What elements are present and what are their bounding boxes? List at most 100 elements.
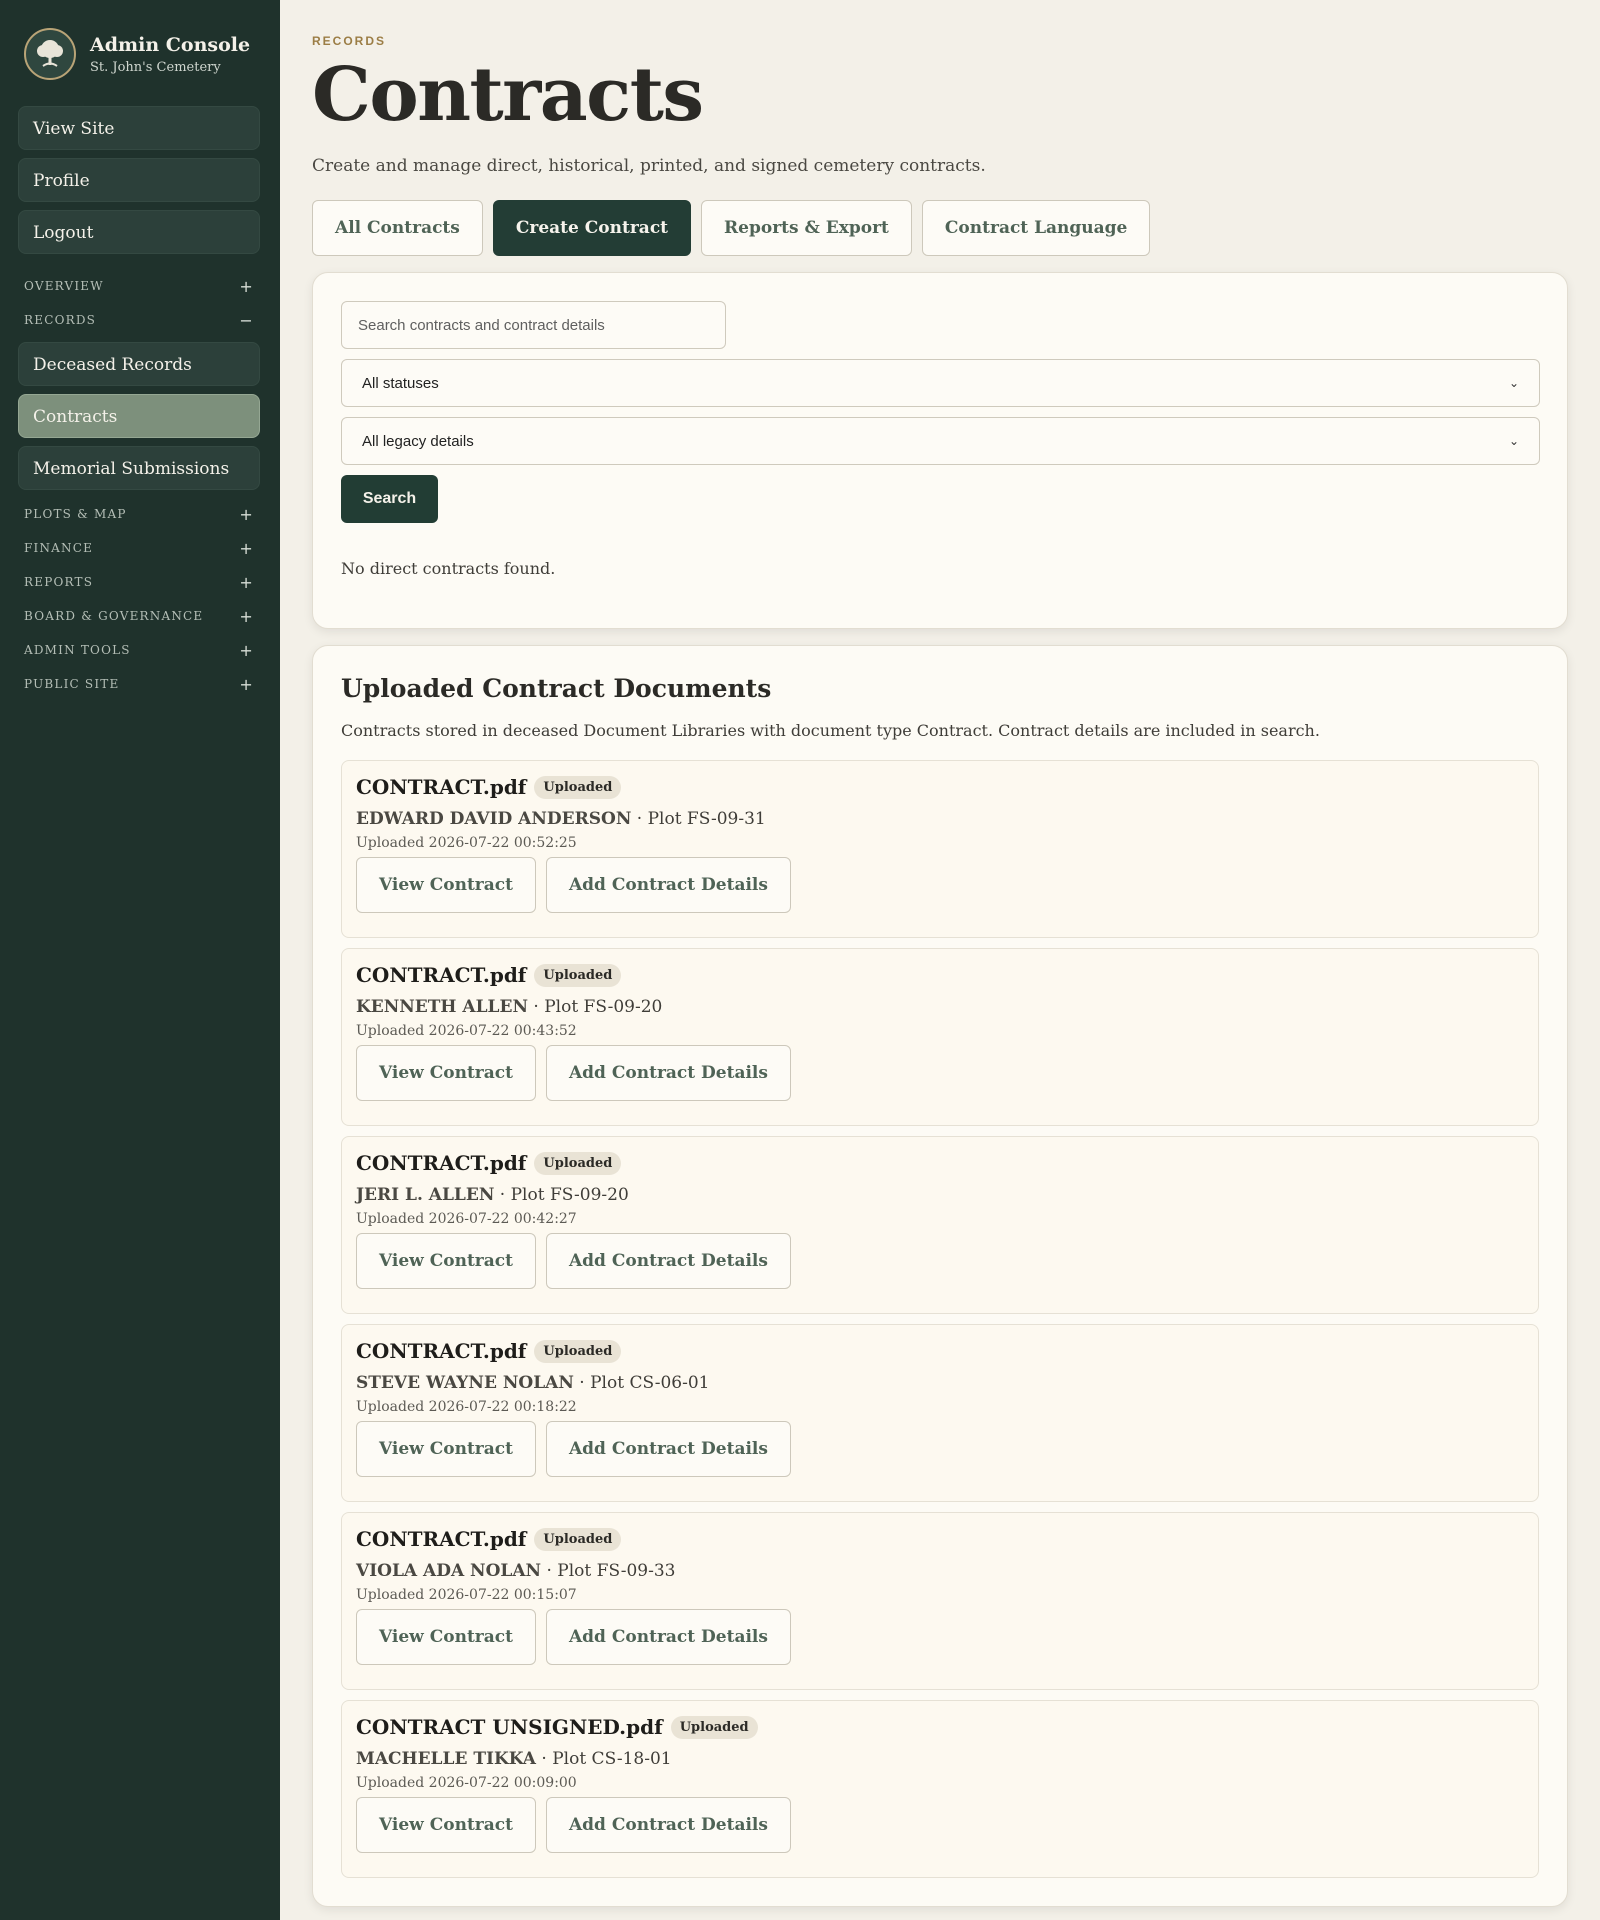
document-actions: View Contract Add Contract Details [356, 1233, 1524, 1289]
upload-date: Uploaded 2026-07-22 00:52:25 [356, 835, 577, 851]
status-badge: Uploaded [670, 1715, 758, 1739]
status-select-value: All statuses [362, 374, 439, 392]
sidebar-item-contracts[interactable]: Contracts [18, 394, 260, 438]
add-contract-details-button[interactable]: Add Contract Details [545, 1045, 791, 1101]
document-actions: View Contract Add Contract Details [356, 1421, 1524, 1477]
view-contract-button[interactable]: View Contract [356, 1233, 536, 1289]
document-person: EDWARD DAVID ANDERSON · Plot FS-09-31 [356, 809, 1524, 829]
profile-button[interactable]: Profile [18, 158, 260, 202]
upload-date: Uploaded 2026-07-22 00:18:22 [356, 1399, 577, 1415]
add-contract-details-button[interactable]: Add Contract Details [545, 1233, 791, 1289]
upload-date: Uploaded 2026-07-22 00:09:00 [356, 1775, 577, 1791]
deceased-name: KENNETH ALLEN [356, 997, 528, 1017]
document-title: CONTRACT.pdf Uploaded [356, 1151, 1524, 1175]
add-contract-details-button[interactable]: Add Contract Details [545, 1421, 791, 1477]
add-contract-details-button[interactable]: Add Contract Details [545, 857, 791, 913]
document-list: CONTRACT.pdf Uploaded EDWARD DAVID ANDER… [341, 760, 1539, 1878]
tab-all-contracts[interactable]: All Contracts [312, 200, 483, 256]
page-eyebrow: RECORDS [312, 34, 387, 48]
logout-button[interactable]: Logout [18, 210, 260, 254]
view-site-button[interactable]: View Site [18, 106, 260, 150]
brand[interactable]: Admin Console St. John's Cemetery [18, 28, 262, 80]
document-actions: View Contract Add Contract Details [356, 1797, 1524, 1853]
section-label: ADMIN TOOLS [24, 643, 131, 657]
upload-date: Uploaded 2026-07-22 00:43:52 [356, 1023, 577, 1039]
add-contract-details-button[interactable]: Add Contract Details [545, 1797, 791, 1853]
document-filename: CONTRACT.pdf [356, 963, 527, 987]
tab-create-contract[interactable]: Create Contract [492, 200, 692, 256]
collapse-icon[interactable]: − [239, 311, 254, 330]
section-admin-tools[interactable]: ADMIN TOOLS + [18, 640, 260, 660]
document-filename: CONTRACT.pdf [356, 1151, 527, 1175]
document-person: KENNETH ALLEN · Plot FS-09-20 [356, 997, 1524, 1017]
document-filename: CONTRACT.pdf [356, 1527, 527, 1551]
expand-icon[interactable]: + [239, 539, 254, 558]
plot-label: · Plot CS-18-01 [536, 1749, 672, 1769]
deceased-name: VIOLA ADA NOLAN [356, 1561, 542, 1581]
expand-icon[interactable]: + [239, 573, 254, 592]
section-records[interactable]: RECORDS − [18, 310, 260, 330]
document-row: CONTRACT.pdf Uploaded KENNETH ALLEN · Pl… [341, 948, 1539, 1126]
chevron-down-icon: ⌄ [1508, 434, 1519, 448]
add-contract-details-button[interactable]: Add Contract Details [545, 1609, 791, 1665]
document-title: CONTRACT.pdf Uploaded [356, 963, 1524, 987]
page-title: Contracts [312, 52, 704, 138]
tab-contract-language[interactable]: Contract Language [921, 200, 1151, 256]
document-filename: CONTRACT UNSIGNED.pdf [356, 1715, 663, 1739]
sidebar-item-deceased-records[interactable]: Deceased Records [18, 342, 260, 386]
document-actions: View Contract Add Contract Details [356, 857, 1524, 913]
search-button[interactable]: Search [341, 475, 438, 523]
section-description: Contracts stored in deceased Document Li… [341, 721, 1320, 740]
section-label: OVERVIEW [24, 279, 104, 293]
section-plots-map[interactable]: PLOTS & MAP + [18, 504, 260, 524]
deceased-name: STEVE WAYNE NOLAN [356, 1373, 574, 1393]
chevron-down-icon: ⌄ [1508, 376, 1519, 390]
view-contract-button[interactable]: View Contract [356, 1421, 536, 1477]
document-title: CONTRACT.pdf Uploaded [356, 1339, 1524, 1363]
section-label: PLOTS & MAP [24, 507, 127, 521]
upload-date: Uploaded 2026-07-22 00:42:27 [356, 1211, 577, 1227]
document-actions: View Contract Add Contract Details [356, 1045, 1524, 1101]
sidebar: Admin Console St. John's Cemetery View S… [0, 0, 280, 1920]
expand-icon[interactable]: + [239, 277, 254, 296]
document-person: MACHELLE TIKKA · Plot CS-18-01 [356, 1749, 1524, 1769]
expand-icon[interactable]: + [239, 675, 254, 694]
search-card: All statuses ⌄ All legacy details ⌄ Sear… [312, 272, 1568, 629]
brand-subtitle: St. John's Cemetery [90, 59, 221, 75]
section-public-site[interactable]: PUBLIC SITE + [18, 674, 260, 694]
document-filename: CONTRACT.pdf [356, 1339, 527, 1363]
section-label: BOARD & GOVERNANCE [24, 609, 204, 623]
status-badge: Uploaded [534, 1527, 622, 1551]
plot-label: · Plot CS-06-01 [573, 1373, 710, 1393]
sidebar-item-memorial-submissions[interactable]: Memorial Submissions [18, 446, 260, 490]
view-contract-button[interactable]: View Contract [356, 1609, 536, 1665]
page-description: Create and manage direct, historical, pr… [312, 156, 986, 176]
legacy-details-select[interactable]: All legacy details ⌄ [341, 417, 1540, 465]
view-contract-button[interactable]: View Contract [356, 857, 536, 913]
section-finance[interactable]: FINANCE + [18, 538, 260, 558]
tree-logo-icon [24, 28, 76, 80]
view-contract-button[interactable]: View Contract [356, 1797, 536, 1853]
section-title: Uploaded Contract Documents [341, 674, 772, 703]
section-reports[interactable]: REPORTS + [18, 572, 260, 592]
document-filename: CONTRACT.pdf [356, 775, 527, 799]
document-row: CONTRACT.pdf Uploaded VIOLA ADA NOLAN · … [341, 1512, 1539, 1690]
status-select[interactable]: All statuses ⌄ [341, 359, 1540, 407]
tab-reports-export[interactable]: Reports & Export [701, 200, 912, 256]
brand-title: Admin Console [90, 33, 251, 56]
plot-label: · Plot FS-09-33 [541, 1561, 676, 1581]
view-contract-button[interactable]: View Contract [356, 1045, 536, 1101]
status-badge: Uploaded [534, 1151, 622, 1175]
document-row: CONTRACT.pdf Uploaded STEVE WAYNE NOLAN … [341, 1324, 1539, 1502]
document-person: VIOLA ADA NOLAN · Plot FS-09-33 [356, 1561, 1524, 1581]
expand-icon[interactable]: + [239, 505, 254, 524]
document-title: CONTRACT.pdf Uploaded [356, 775, 1524, 799]
section-overview[interactable]: OVERVIEW + [18, 276, 260, 296]
empty-message: No direct contracts found. [341, 559, 556, 578]
expand-icon[interactable]: + [239, 641, 254, 660]
section-board-governance[interactable]: BOARD & GOVERNANCE + [18, 606, 260, 626]
plot-label: · Plot FS-09-20 [494, 1185, 629, 1205]
tab-bar: All Contracts Create Contract Reports & … [312, 200, 1568, 256]
search-input[interactable] [341, 301, 726, 349]
expand-icon[interactable]: + [239, 607, 254, 626]
